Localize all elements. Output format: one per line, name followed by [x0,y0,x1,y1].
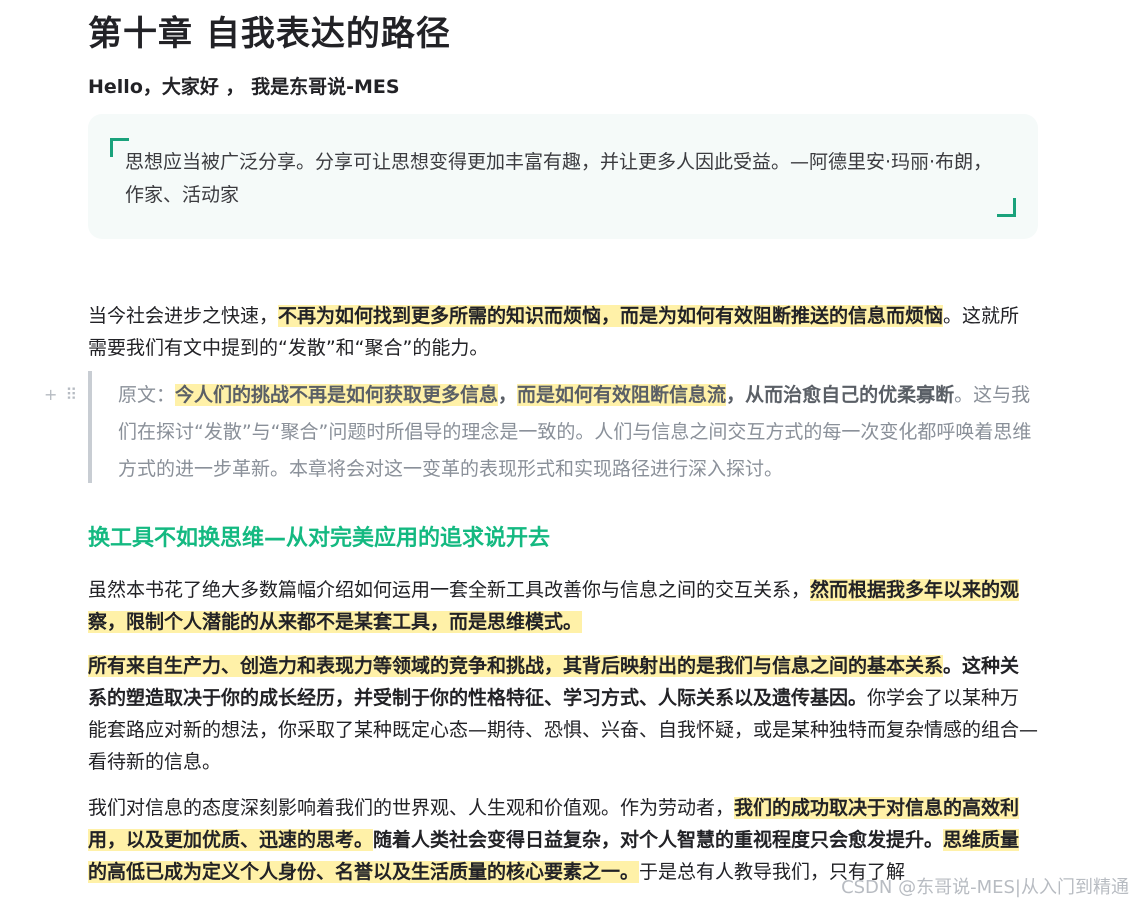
section-heading: 换工具不如换思维—从对完美应用的追求说开去 [88,526,551,551]
bold-text: ，从而治愈自己的优柔寡断 [726,384,955,406]
drag-handle-icon[interactable]: ⠿ [65,385,85,404]
paragraph-3: 所有来自生产力、创造力和表现力等领域的竞争和挑战，其背后映射出的是我们与信息之间… [88,650,1038,778]
highlight: 而是如何有效阻断信息流 [517,384,727,406]
text-run: 虽然本书花了绝大多数篇幅介绍如何运用一套全新工具改善你与信息之间的交互关系， [88,579,811,601]
text-run: 当今社会进步之快速， [88,305,279,327]
greeting: Hello，大家好 ， 我是东哥说-MES [88,76,400,98]
highlight: 不再为如何找到更多所需的知识而烦恼，而是为如何有效阻断推送的信息而烦恼 [278,305,944,327]
bold-text: 随着人类社会变得日益复杂，对个人智慧的重视程度只会愈发提升。 [373,829,944,851]
text-run: 原文： [118,384,176,406]
highlight: 所有来自生产力、创造力和表现力等领域的竞争和挑战，其背后映射出的是我们与信息之间… [88,655,944,677]
blockquote-text: 原文：今人们的挑战不再是如何获取更多信息，而是如何有效阻断信息流，从而治愈自己的… [118,377,1040,488]
epigraph-card: 思想应当被广泛分享。分享可让思想变得更加丰富有趣，并让更多人因此受益。—阿德里安… [88,114,1038,239]
epigraph-text: 思想应当被广泛分享。分享可让思想变得更加丰富有趣，并让更多人因此受益。—阿德里安… [125,151,993,206]
text-run: 我们对信息的态度深刻影响着我们的世界观、人生观和价值观。作为劳动者， [88,797,735,819]
page-title: 第十章 自我表达的路径 [88,14,451,54]
text-run: ， [498,384,518,406]
highlight: 今人们的挑战不再是如何获取更多信息 [175,384,499,406]
blockquote: 原文：今人们的挑战不再是如何获取更多信息，而是如何有效阻断信息流，从而治愈自己的… [88,371,1038,483]
close-quote-icon [997,198,1016,217]
add-block-icon[interactable]: + [44,385,65,404]
block-tools: +⠿ [44,385,85,404]
paragraph-2: 虽然本书花了绝大多数篇幅介绍如何运用一套全新工具改善你与信息之间的交互关系，然而… [88,574,1038,638]
paragraph-1: 当今社会进步之快速，不再为如何找到更多所需的知识而烦恼，而是为如何有效阻断推送的… [88,300,1038,364]
watermark: CSDN @东哥说-MES|从入门到精通 [841,877,1129,898]
